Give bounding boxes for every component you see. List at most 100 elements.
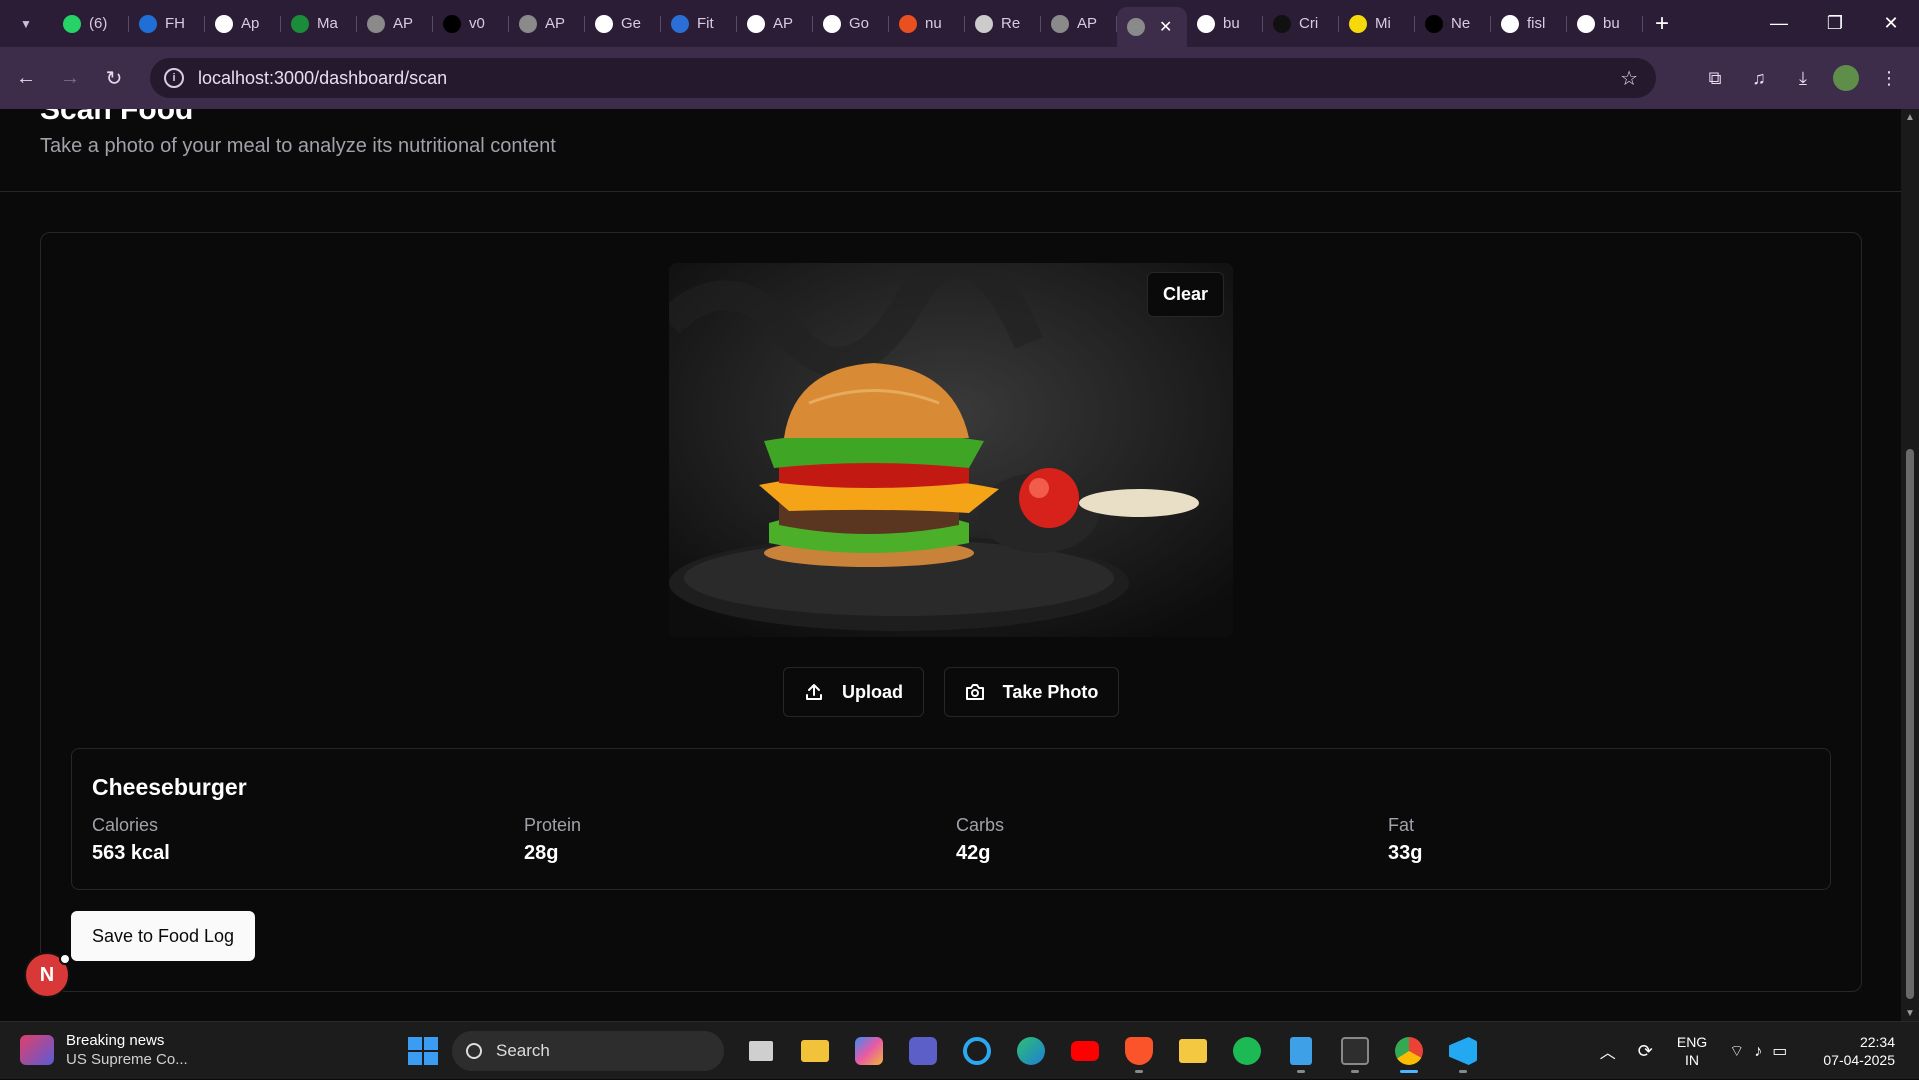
tab-favicon-icon bbox=[1577, 14, 1595, 33]
tab-favicon-icon bbox=[671, 14, 689, 33]
browser-tab[interactable]: AP bbox=[509, 6, 585, 42]
tab-favicon-icon bbox=[975, 14, 993, 33]
browser-tab[interactable]: AP bbox=[737, 6, 813, 42]
brave-icon[interactable] bbox=[1117, 1029, 1161, 1073]
browser-tab[interactable]: AP bbox=[1041, 6, 1117, 42]
browser-tab[interactable]: Fit bbox=[661, 6, 737, 42]
upload-button[interactable]: Upload bbox=[783, 667, 924, 717]
browser-tab[interactable]: bu bbox=[1187, 6, 1263, 42]
wifi-volume-battery-icons[interactable]: ⌔♪▭ bbox=[1729, 1041, 1797, 1061]
page-subtitle: Take a photo of your meal to analyze its… bbox=[40, 135, 556, 157]
browser-tab[interactable]: Ma bbox=[281, 6, 357, 42]
browser-tab[interactable]: fisl bbox=[1491, 6, 1567, 42]
menu-kebab-icon[interactable]: ⋮ bbox=[1867, 59, 1911, 97]
browser-tab[interactable]: FH bbox=[129, 6, 205, 42]
forward-button[interactable]: → bbox=[52, 60, 88, 96]
downloads-icon[interactable]: ⤓ bbox=[1781, 59, 1825, 97]
stat-value: 42g bbox=[956, 842, 991, 864]
vscode-icon[interactable] bbox=[1441, 1029, 1485, 1073]
scroll-down-arrow-icon[interactable]: ▼ bbox=[1905, 1008, 1915, 1019]
browser-tab[interactable]: v0 bbox=[433, 6, 509, 42]
folder-icon[interactable] bbox=[1171, 1029, 1215, 1073]
address-url[interactable]: localhost:3000/dashboard/scan bbox=[198, 68, 447, 89]
tab-favicon-icon bbox=[1197, 14, 1215, 33]
back-button[interactable]: ← bbox=[8, 60, 44, 96]
taskbar-search[interactable]: Search bbox=[452, 1031, 724, 1071]
page-scrollbar[interactable]: ▲ ▼ bbox=[1901, 109, 1919, 1021]
tab-favicon-icon bbox=[823, 14, 841, 33]
windows-start-icon[interactable] bbox=[404, 1033, 440, 1069]
browser-tab[interactable]: (6) bbox=[53, 6, 129, 42]
tab-favicon-icon bbox=[291, 14, 309, 33]
language-indicator[interactable]: ENG IN bbox=[1677, 1033, 1707, 1069]
browser-tab[interactable]: AP bbox=[357, 6, 433, 42]
notepad-icon[interactable] bbox=[1279, 1029, 1323, 1073]
scroll-up-arrow-icon[interactable]: ▲ bbox=[1905, 112, 1915, 123]
sync-icon[interactable]: ⟳ bbox=[1638, 1041, 1653, 1062]
tab-label: FH bbox=[165, 15, 185, 32]
extensions-icon[interactable]: ⧉ bbox=[1693, 59, 1737, 97]
profile-avatar[interactable] bbox=[1833, 65, 1859, 91]
tab-list: (6) FH Ap Ma AP v0 AP Ge Fit AP Go nu Re AP ✕ bu Cri Mi Ne… bbox=[53, 0, 1643, 47]
browser-tab[interactable]: nu bbox=[889, 6, 965, 42]
tab-favicon-icon bbox=[1425, 14, 1443, 33]
burger-image bbox=[669, 263, 1233, 637]
stat-value: 28g bbox=[524, 842, 559, 864]
cortana-icon[interactable] bbox=[955, 1029, 999, 1073]
toolbar-icons: ⧉ ♫ ⤓ ⋮ bbox=[1693, 59, 1911, 97]
browser-tab[interactable]: Go bbox=[813, 6, 889, 42]
reload-button[interactable]: ↻ bbox=[96, 60, 132, 96]
food-name: Cheeseburger bbox=[92, 774, 247, 800]
restore-button[interactable]: ❐ bbox=[1807, 0, 1863, 47]
scrollbar-thumb[interactable] bbox=[1906, 449, 1914, 999]
site-info-icon[interactable]: i bbox=[164, 68, 184, 88]
browser-tab[interactable]: Re bbox=[965, 6, 1041, 42]
take-photo-button[interactable]: Take Photo bbox=[944, 667, 1119, 717]
copilot-icon[interactable] bbox=[847, 1029, 891, 1073]
camera-icon bbox=[965, 684, 984, 700]
clock-date: 07-04-2025 bbox=[1823, 1052, 1895, 1068]
teams-icon[interactable] bbox=[901, 1029, 945, 1073]
edge-icon[interactable] bbox=[1009, 1029, 1053, 1073]
active-browser-tab[interactable]: ✕ bbox=[1117, 7, 1187, 47]
address-bar[interactable]: i localhost:3000/dashboard/scan ☆ bbox=[150, 58, 1656, 98]
browser-tab[interactable]: Mi bbox=[1339, 6, 1415, 42]
tab-label: fisl bbox=[1527, 15, 1546, 32]
new-tab-button[interactable]: + bbox=[1655, 10, 1669, 38]
clear-button[interactable]: Clear bbox=[1147, 272, 1224, 317]
browser-tab[interactable]: Cri bbox=[1263, 6, 1339, 42]
tab-favicon-icon bbox=[215, 14, 233, 33]
tab-label: nu bbox=[925, 15, 942, 32]
browser-tab[interactable]: Ne bbox=[1415, 6, 1491, 42]
tab-label: Re bbox=[1001, 15, 1021, 32]
task-view-icon[interactable] bbox=[739, 1029, 783, 1073]
tab-label: Fit bbox=[697, 15, 714, 32]
youtube-icon[interactable] bbox=[1063, 1029, 1107, 1073]
browser-tab[interactable]: Ge bbox=[585, 6, 661, 42]
clock[interactable]: 22:34 07-04-2025 bbox=[1823, 1033, 1895, 1069]
save-to-food-log-button[interactable]: Save to Food Log bbox=[71, 911, 255, 961]
chrome-icon[interactable] bbox=[1387, 1029, 1431, 1073]
browser-toolbar: ← → ↻ i localhost:3000/dashboard/scan ☆ … bbox=[0, 47, 1919, 109]
news-widget[interactable]: Breaking news US Supreme Co... bbox=[20, 1032, 188, 1068]
tray-chevron-up-icon[interactable]: ︿ bbox=[1600, 1039, 1616, 1063]
tab-favicon-icon bbox=[1273, 14, 1291, 33]
terminal-icon[interactable] bbox=[1333, 1029, 1377, 1073]
bookmark-star-icon[interactable]: ☆ bbox=[1620, 66, 1638, 91]
close-window-button[interactable]: ✕ bbox=[1863, 0, 1919, 47]
tab-favicon-icon bbox=[367, 14, 385, 33]
taskbar-search-label: Search bbox=[496, 1041, 550, 1060]
taskbar-apps: Search bbox=[404, 1028, 1490, 1074]
tab-favicon-icon bbox=[747, 14, 765, 33]
file-explorer-icon[interactable] bbox=[793, 1029, 837, 1073]
media-control-icon[interactable]: ♫ bbox=[1737, 59, 1781, 97]
browser-tab[interactable]: Ap bbox=[205, 6, 281, 42]
spotify-icon[interactable] bbox=[1225, 1029, 1269, 1073]
tab-favicon-icon bbox=[1349, 14, 1367, 33]
tab-label: Mi bbox=[1375, 15, 1391, 32]
stat-value: 563 kcal bbox=[92, 842, 170, 864]
tab-search-button[interactable]: ▼ bbox=[9, 7, 43, 41]
browser-tab[interactable]: bu bbox=[1567, 6, 1643, 42]
minimize-button[interactable]: — bbox=[1751, 0, 1807, 47]
close-tab-icon[interactable]: ✕ bbox=[1159, 17, 1172, 37]
